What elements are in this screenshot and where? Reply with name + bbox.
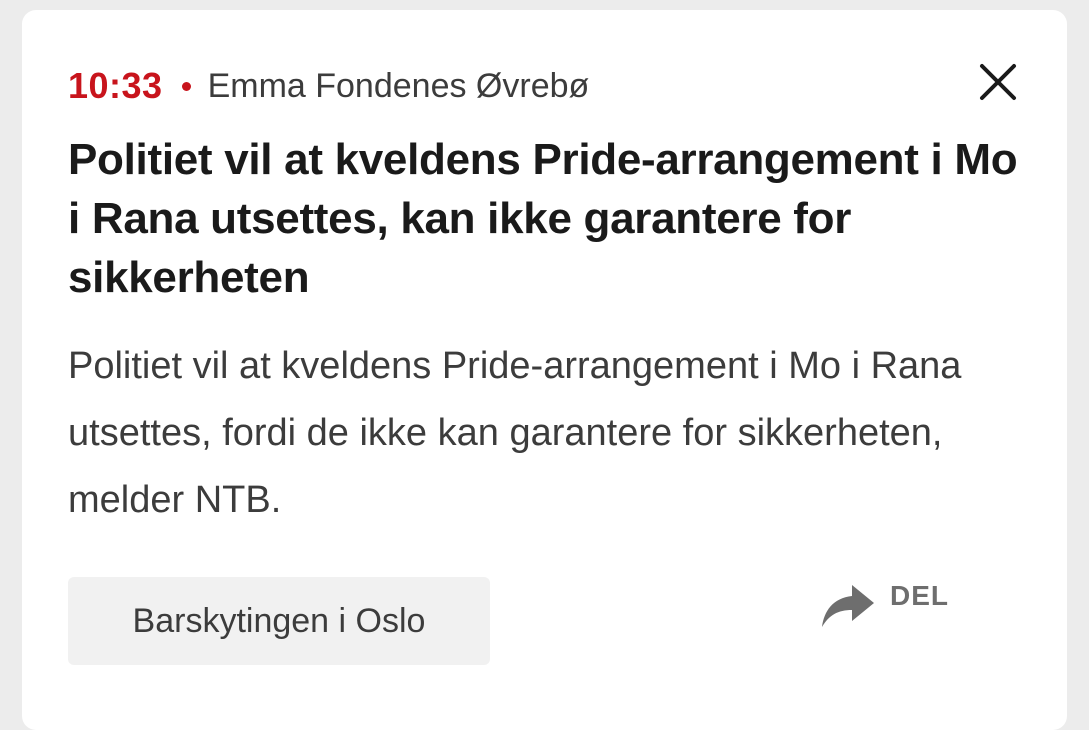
- article-headline: Politiet vil at kveldens Pride-arrangeme…: [68, 135, 1018, 302]
- topic-tag-label: Barskytingen i Oslo: [132, 601, 426, 640]
- close-button[interactable]: [972, 56, 1024, 108]
- close-icon: [980, 64, 1016, 100]
- share-arrow-icon: [822, 585, 874, 627]
- author-name: Emma Fondenes Øvrebø: [207, 66, 590, 105]
- article-meta: 10:33 Emma Fondenes Øvrebø: [68, 64, 589, 108]
- share-button[interactable]: DEL: [820, 578, 949, 629]
- timestamp: 10:33: [68, 65, 163, 106]
- news-update-card: 10:33 Emma Fondenes Øvrebø Politiet vil …: [22, 10, 1067, 730]
- separator-dot: [181, 81, 191, 91]
- article-summary: Politiet vil at kveldens Pride-arrangeme…: [68, 345, 962, 521]
- topic-tag-button[interactable]: Barskytingen i Oslo: [68, 577, 490, 665]
- share-label: DEL: [890, 580, 949, 611]
